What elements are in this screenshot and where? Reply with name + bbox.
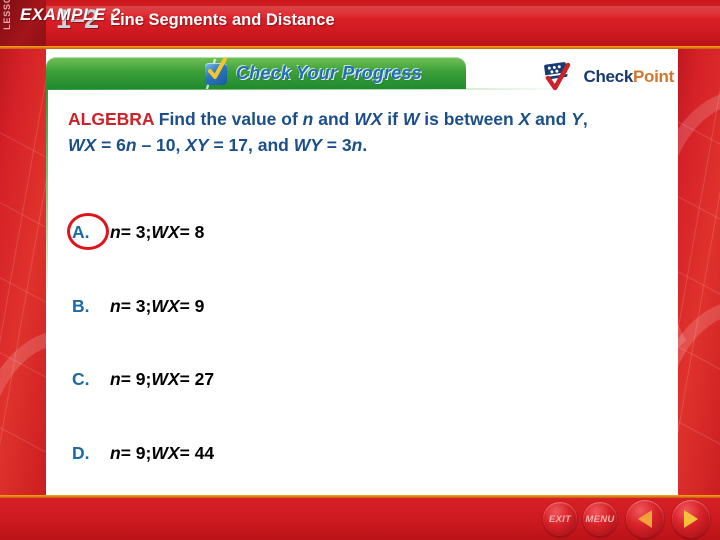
choice-mid: = 3; xyxy=(120,221,152,242)
correct-answer-circle xyxy=(67,213,109,250)
answer-choice-a[interactable]: A. n = 3; WX = 8 xyxy=(72,219,592,245)
checkpoint-check-word: Check xyxy=(583,67,633,86)
previous-slide-button[interactable] xyxy=(626,500,664,538)
question-text: ALGEBRA Find the value of n and WX if W … xyxy=(68,106,592,158)
var-n: n xyxy=(302,109,314,129)
algebra-tag: ALGEBRA xyxy=(68,109,154,129)
choice-letter: D. xyxy=(72,442,90,463)
question-part: – 10, xyxy=(136,135,186,155)
card-left-border xyxy=(46,88,48,303)
exit-label: EXIT xyxy=(548,513,572,525)
question-part: is xyxy=(419,109,439,129)
choice-value: = 9 xyxy=(179,295,205,316)
choice-var-n: n xyxy=(110,442,121,463)
question-part: = 17, and xyxy=(208,135,289,155)
var-n-3: n xyxy=(351,135,363,155)
question-part: and xyxy=(313,109,355,129)
question-part: Find the value of xyxy=(153,109,303,129)
choice-var-wx: WX xyxy=(151,368,180,389)
choice-value: = 44 xyxy=(179,442,215,463)
var-n-2: n xyxy=(125,135,137,155)
var-wx-2: WX xyxy=(68,135,97,155)
triangle-left-icon xyxy=(638,510,652,528)
choice-mid: = 3; xyxy=(120,295,152,316)
exit-button[interactable]: EXIT xyxy=(543,502,577,536)
checkpoint-logo: Check Point xyxy=(542,60,674,94)
slide-canvas: LESSON 1–2 Line Segments and Distance EX… xyxy=(0,0,720,540)
question-part: between xyxy=(443,109,519,129)
triangle-right-icon xyxy=(684,510,698,528)
choice-mid: = 9; xyxy=(120,442,152,463)
choice-letter: C. xyxy=(72,368,90,389)
question-part: = 6 xyxy=(96,135,126,155)
question-part: if xyxy=(382,109,403,129)
check-your-progress-label: Check Your Progress xyxy=(236,63,422,83)
checkbox-check-icon xyxy=(205,58,227,85)
question-part: , xyxy=(582,109,588,129)
answer-choice-d[interactable]: D. n = 9; WX = 44 xyxy=(72,440,592,466)
menu-label: MENU xyxy=(585,513,615,525)
var-xy: XY xyxy=(185,135,209,155)
question-part: = 3 xyxy=(321,135,352,155)
choice-letter: B. xyxy=(72,295,90,316)
var-wx: WX xyxy=(354,109,383,129)
choice-var-n: n xyxy=(110,368,121,389)
question-part: and xyxy=(530,109,572,129)
lesson-word-label: LESSON xyxy=(2,0,12,30)
question-part: . xyxy=(362,135,368,155)
choice-var-wx: WX xyxy=(151,221,180,242)
left-decor-band xyxy=(0,0,46,540)
choice-mid: = 9; xyxy=(120,368,152,389)
flag-checkmark-icon xyxy=(544,62,571,91)
answer-choice-c[interactable]: C. n = 9; WX = 27 xyxy=(72,366,592,392)
right-decor-band xyxy=(678,0,720,540)
example-label: EXAMPLE 2 xyxy=(20,5,121,24)
checkpoint-point-word: Point xyxy=(633,67,674,86)
checkmark-glyph xyxy=(208,58,227,79)
var-y: Y xyxy=(571,109,583,129)
header-divider-rule xyxy=(0,46,720,49)
choice-var-wx: WX xyxy=(151,442,180,463)
choice-var-n: n xyxy=(110,221,121,242)
page-title: Line Segments and Distance xyxy=(110,11,335,29)
choice-value: = 8 xyxy=(179,221,205,242)
var-wy: WY xyxy=(293,135,322,155)
var-w: W xyxy=(402,109,420,129)
next-slide-button[interactable] xyxy=(672,500,710,538)
choice-var-n: n xyxy=(110,295,121,316)
answer-choice-b[interactable]: B. n = 3; WX = 9 xyxy=(72,293,592,319)
menu-button[interactable]: MENU xyxy=(583,502,617,536)
choice-var-wx: WX xyxy=(151,295,180,316)
var-x: X xyxy=(518,109,531,129)
choice-value: = 27 xyxy=(179,368,215,389)
